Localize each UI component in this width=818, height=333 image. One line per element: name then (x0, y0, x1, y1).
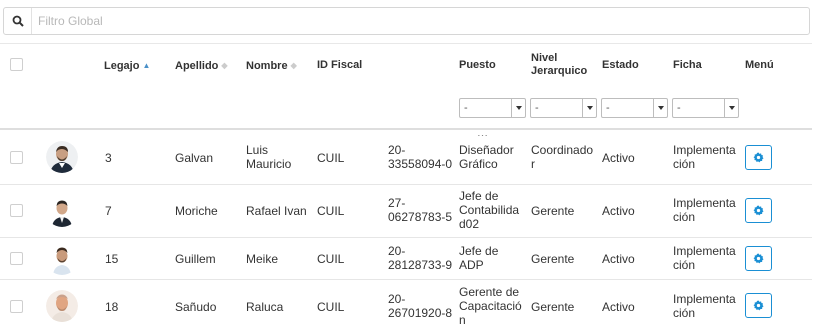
cell-id-fiscal: 27- 06278783-5 (388, 196, 453, 224)
header-divider (0, 43, 812, 44)
header-legajo[interactable]: Legajo ▲ (104, 59, 150, 73)
avatar (46, 195, 78, 227)
filter-ficha[interactable]: - (672, 98, 739, 118)
row-menu-button[interactable] (745, 293, 772, 318)
chevron-down-icon (653, 99, 667, 117)
cell-nivel-jerarquico: Gerente (531, 252, 575, 266)
cell-nombre: Raluca (246, 300, 284, 314)
cell-puesto: Gerente de Capacitació n (459, 285, 522, 327)
cell-legajo: 15 (105, 252, 119, 266)
cell-id-fiscal: 20- 28128733-9 (388, 244, 453, 272)
avatar (46, 290, 78, 322)
filter-puesto[interactable]: - (459, 98, 526, 118)
row-checkbox[interactable] (10, 151, 23, 164)
cell-nombre: Luis Mauricio (246, 143, 292, 171)
row-menu-button[interactable] (745, 198, 772, 223)
cell-apellido: Sañudo (175, 300, 217, 314)
header-menu: Menú (745, 59, 774, 71)
header-estado[interactable]: Estado (602, 59, 639, 72)
cell-ficha: Implementa ción (673, 143, 736, 171)
cell-nivel-jerarquico: Coordinado r (531, 143, 594, 171)
cell-apellido: Guillem (175, 252, 216, 266)
row-checkbox[interactable] (10, 300, 23, 313)
chevron-down-icon (511, 99, 525, 117)
cell-apellido: Moriche (175, 204, 218, 218)
cell-estado: Activo (602, 204, 635, 218)
cell-estado: Activo (602, 151, 635, 165)
cell-nombre: Meike (246, 252, 279, 266)
gear-icon (753, 152, 764, 163)
cell-id-fiscal: 20- 33558094-0 (388, 143, 453, 171)
cell-ficha: Implementa ción (673, 244, 736, 272)
row-checkbox[interactable] (10, 204, 23, 217)
header-nombre[interactable]: Nombre ◆ (246, 59, 297, 73)
avatar (46, 243, 78, 275)
cell-ficha: Implementa ción (673, 196, 736, 224)
cell-tipo-fiscal: CUIL (317, 300, 345, 314)
row-menu-button[interactable] (745, 145, 772, 170)
cell-tipo-fiscal: CUIL (317, 252, 345, 266)
cell-puesto: Jefe de Contabilida d02 (459, 189, 520, 231)
cell-ficha: Implementa ción (673, 292, 736, 320)
cell-legajo: 7 (105, 204, 112, 218)
sort-icon: ◆ (290, 61, 297, 70)
filter-estado[interactable]: - (601, 98, 668, 118)
cell-nivel-jerarquico: Gerente (531, 300, 575, 314)
table-row: 15 Guillem Meike CUIL 20- 28128733-9 Jef… (0, 238, 812, 280)
cell-tipo-fiscal: CUIL (317, 204, 345, 218)
header-id-fiscal[interactable]: ID Fiscal (317, 59, 362, 72)
chevron-down-icon (724, 99, 738, 117)
cell-legajo: 18 (105, 300, 119, 314)
row-checkbox[interactable] (10, 252, 23, 265)
header-ficha[interactable]: Ficha (673, 59, 702, 72)
header-apellido[interactable]: Apellido ◆ (175, 59, 228, 73)
clipped-text: ⋯ (477, 130, 488, 136)
row-menu-button[interactable] (745, 246, 772, 271)
table-row: 7 Moriche Rafael Ivan CUIL 27- 06278783-… (0, 185, 812, 238)
cell-legajo: 3 (105, 151, 112, 165)
global-filter (3, 7, 810, 35)
cell-nivel-jerarquico: Gerente (531, 204, 575, 218)
table-row: 18 Sañudo Raluca CUIL 20- 26701920-8 Ger… (0, 280, 812, 333)
cell-estado: Activo (602, 300, 635, 314)
header-puesto[interactable]: Puesto (459, 59, 496, 72)
cell-apellido: Galvan (175, 151, 214, 165)
gear-icon (753, 300, 764, 311)
filter-nivel-jerarquico[interactable]: - (530, 98, 597, 118)
header-nivel-jerarquico[interactable]: Nivel Jerarquico (531, 52, 587, 78)
search-icon[interactable] (4, 8, 32, 34)
avatar (46, 141, 78, 173)
global-filter-input[interactable] (32, 8, 809, 34)
sort-icon: ◆ (221, 61, 228, 70)
cell-tipo-fiscal: CUIL (317, 151, 345, 165)
sort-asc-icon: ▲ (142, 61, 151, 70)
cell-id-fiscal: 20- 26701920-8 (388, 292, 453, 320)
select-all-checkbox[interactable] (10, 58, 23, 71)
table-row: 3 Galvan Luis Mauricio CUIL 20- 33558094… (0, 130, 812, 185)
chevron-down-icon (582, 99, 596, 117)
cell-puesto: Diseñador Gráfico (459, 143, 514, 171)
cell-estado: Activo (602, 252, 635, 266)
gear-icon (753, 253, 764, 264)
cell-nombre: Rafael Ivan (246, 204, 307, 218)
gear-icon (753, 205, 764, 216)
cell-puesto: Jefe de ADP (459, 244, 499, 272)
